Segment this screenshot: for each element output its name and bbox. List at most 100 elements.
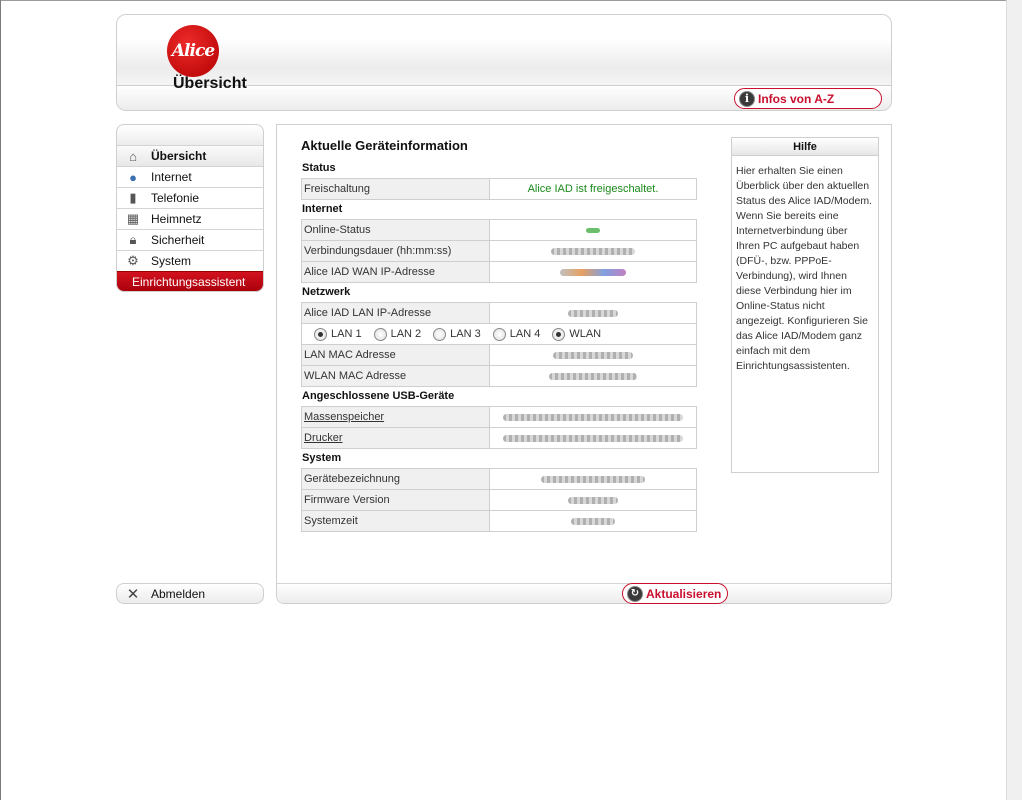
row-label: Freischaltung (301, 178, 490, 200)
table-row: Drucker (301, 427, 697, 449)
infos-a-z-button[interactable]: i Infos von A-Z (734, 88, 882, 109)
infos-a-z-label: Infos von A-Z (758, 91, 835, 106)
port-selector: LAN 1 LAN 2 LAN 3 LAN 4 WLAN (304, 327, 694, 341)
row-label: Systemzeit (301, 510, 490, 532)
port-option-lan3[interactable]: LAN 3 (433, 327, 481, 341)
table-row: LAN MAC Adresse (301, 344, 697, 366)
status-table: Freischaltung Alice IAD ist freigeschalt… (301, 178, 697, 200)
info-icon: i (739, 90, 755, 107)
network-icon: ▦ (126, 211, 140, 226)
connection-duration-value (489, 240, 697, 262)
redacted-value (541, 475, 645, 483)
sidebar-item-internet[interactable]: ● Internet (117, 166, 263, 187)
printer-link[interactable]: Drucker (304, 432, 343, 444)
close-icon: ✕ (126, 585, 140, 603)
printer-value (489, 427, 697, 449)
redacted-value (571, 517, 615, 525)
online-status-value (489, 219, 697, 241)
refresh-label: Aktualisieren (646, 586, 722, 601)
group-heading-system: System (302, 452, 342, 464)
sidebar-item-uebersicht[interactable]: ⌂ Übersicht (117, 145, 263, 166)
vertical-scrollbar[interactable] (1006, 0, 1022, 800)
table-row: Gerätebezeichnung (301, 468, 697, 490)
port-label: WLAN (569, 328, 602, 340)
mass-storage-link[interactable]: Massenspeicher (304, 411, 384, 423)
row-label: Gerätebezeichnung (301, 468, 490, 490)
help-text: Hier erhalten Sie einen Überblick über d… (736, 165, 872, 372)
house-icon: ⌂ (129, 148, 137, 164)
usb-table: Massenspeicher Drucker (301, 406, 697, 449)
table-row: Freischaltung Alice IAD ist freigeschalt… (301, 178, 697, 200)
radio-lan1[interactable] (314, 327, 327, 341)
port-option-lan1[interactable]: LAN 1 (314, 327, 362, 341)
row-label: Verbindungsdauer (hh:mm:ss) (301, 240, 490, 262)
device-name-value (489, 468, 697, 490)
system-time-value (489, 510, 697, 532)
row-label: LAN MAC Adresse (301, 344, 490, 366)
help-title: Hilfe (732, 138, 878, 156)
radio-wlan[interactable] (552, 327, 566, 341)
row-label: Alice IAD WAN IP-Adresse (301, 261, 490, 283)
redacted-value (503, 413, 683, 421)
sidebar-item-label: Sicherheit (151, 233, 205, 247)
system-table: Gerätebezeichnung Firmware Version Syste… (301, 468, 697, 532)
table-row: Firmware Version (301, 489, 697, 511)
table-row: LAN 1 LAN 2 LAN 3 LAN 4 WLAN (301, 323, 697, 345)
sidebar-item-heimnetz[interactable]: ▦ Heimnetz (117, 208, 263, 229)
port-label: LAN 3 (450, 328, 481, 340)
redacted-value (551, 247, 635, 255)
sidebar-item-telefonie[interactable]: ▮ Telefonie (117, 187, 263, 208)
browser-frame-left (0, 0, 1, 800)
content-panel: Aktuelle Geräteinformation Status Freisc… (276, 124, 892, 604)
sidebar-nav: ⌂ Übersicht ● Internet ▮ Telefonie ▦ Hei… (116, 124, 264, 292)
device-info: Status Freischaltung Alice IAD ist freig… (301, 159, 697, 532)
table-row: Alice IAD LAN IP-Adresse (301, 302, 697, 324)
port-option-lan4[interactable]: LAN 4 (492, 327, 540, 341)
redacted-value (560, 268, 626, 276)
redacted-value (586, 227, 600, 233)
radio-lan3[interactable] (433, 327, 447, 341)
refresh-button[interactable]: ↻ Aktualisieren (622, 583, 728, 604)
redacted-value (553, 351, 633, 359)
group-heading-usb: Angeschlossene USB-Geräte (302, 390, 455, 402)
radio-lan2[interactable] (373, 327, 387, 341)
wan-ip-value (489, 261, 697, 283)
sidebar-item-system[interactable]: ⚙ System (117, 250, 263, 271)
port-label: LAN 1 (331, 328, 362, 340)
table-row: Systemzeit (301, 510, 697, 532)
redacted-value (503, 434, 683, 442)
table-row: Verbindungsdauer (hh:mm:ss) (301, 240, 697, 262)
firmware-value (489, 489, 697, 511)
wlan-mac-value (489, 365, 697, 387)
group-heading-status: Status (302, 162, 336, 174)
sidebar-item-einrichtungsassistent[interactable]: Einrichtungsassistent (117, 271, 263, 291)
radio-lan4[interactable] (492, 327, 506, 341)
alice-logo: Alice (167, 25, 219, 77)
printer-link-cell: Drucker (301, 427, 490, 449)
internet-table: Online-Status Verbindungsdauer (hh:mm:ss… (301, 219, 697, 283)
status-value: Alice IAD ist freigeschaltet. (489, 178, 697, 200)
lock-icon: 🔒︎ (129, 232, 137, 247)
redacted-value (568, 309, 618, 317)
table-row: WLAN MAC Adresse (301, 365, 697, 387)
refresh-icon: ↻ (627, 585, 643, 602)
sidebar-item-label: System (151, 254, 192, 268)
storage-link-cell: Massenspeicher (301, 406, 490, 428)
table-row: Massenspeicher (301, 406, 697, 428)
group-heading-network: Netzwerk (302, 286, 351, 298)
port-option-wlan[interactable]: WLAN (552, 327, 602, 341)
table-row: Online-Status (301, 219, 697, 241)
group-heading-internet: Internet (302, 203, 343, 215)
content-footer (277, 583, 891, 603)
port-option-lan2[interactable]: LAN 2 (373, 327, 422, 341)
logout-button[interactable]: ✕ Abmelden (116, 583, 264, 604)
lan-mac-value (489, 344, 697, 366)
sidebar-item-sicherheit[interactable]: 🔒︎ Sicherheit (117, 229, 263, 250)
storage-value (489, 406, 697, 428)
lan-ip-value (489, 302, 697, 324)
table-row: Alice IAD WAN IP-Adresse (301, 261, 697, 283)
port-label: LAN 2 (390, 328, 422, 340)
redacted-value (568, 496, 618, 504)
row-label: WLAN MAC Adresse (301, 365, 490, 387)
globe-icon: ● (129, 169, 137, 185)
